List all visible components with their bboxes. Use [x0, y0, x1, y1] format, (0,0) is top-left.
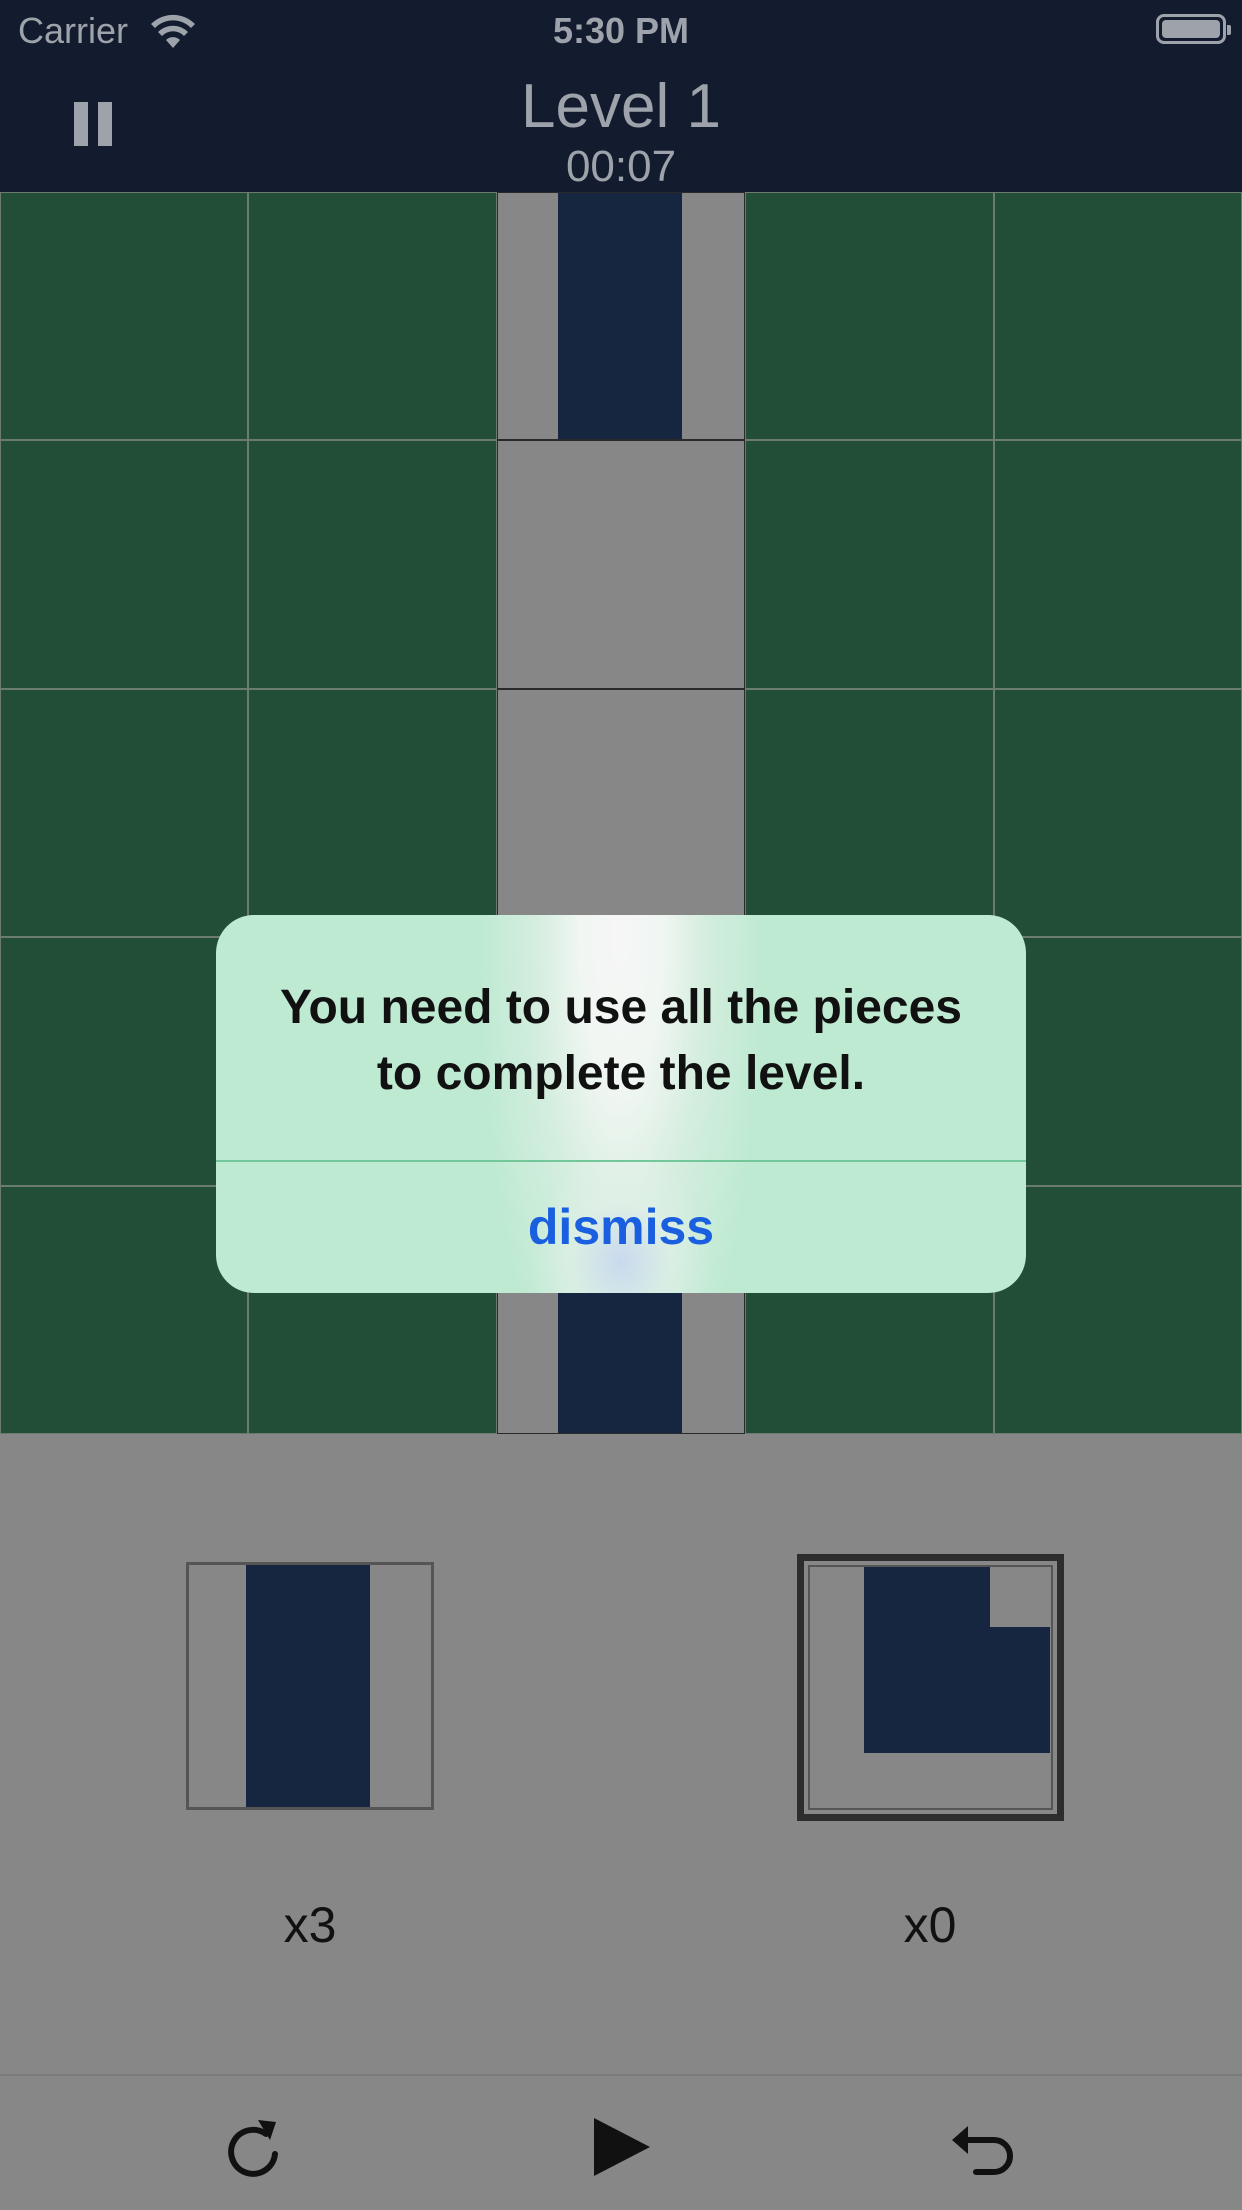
dismiss-button[interactable]: dismiss [216, 1162, 1026, 1293]
alert-message: You need to use all the pieces to comple… [280, 981, 962, 1100]
alert-dialog: You need to use all the pieces to comple… [216, 915, 1026, 1293]
